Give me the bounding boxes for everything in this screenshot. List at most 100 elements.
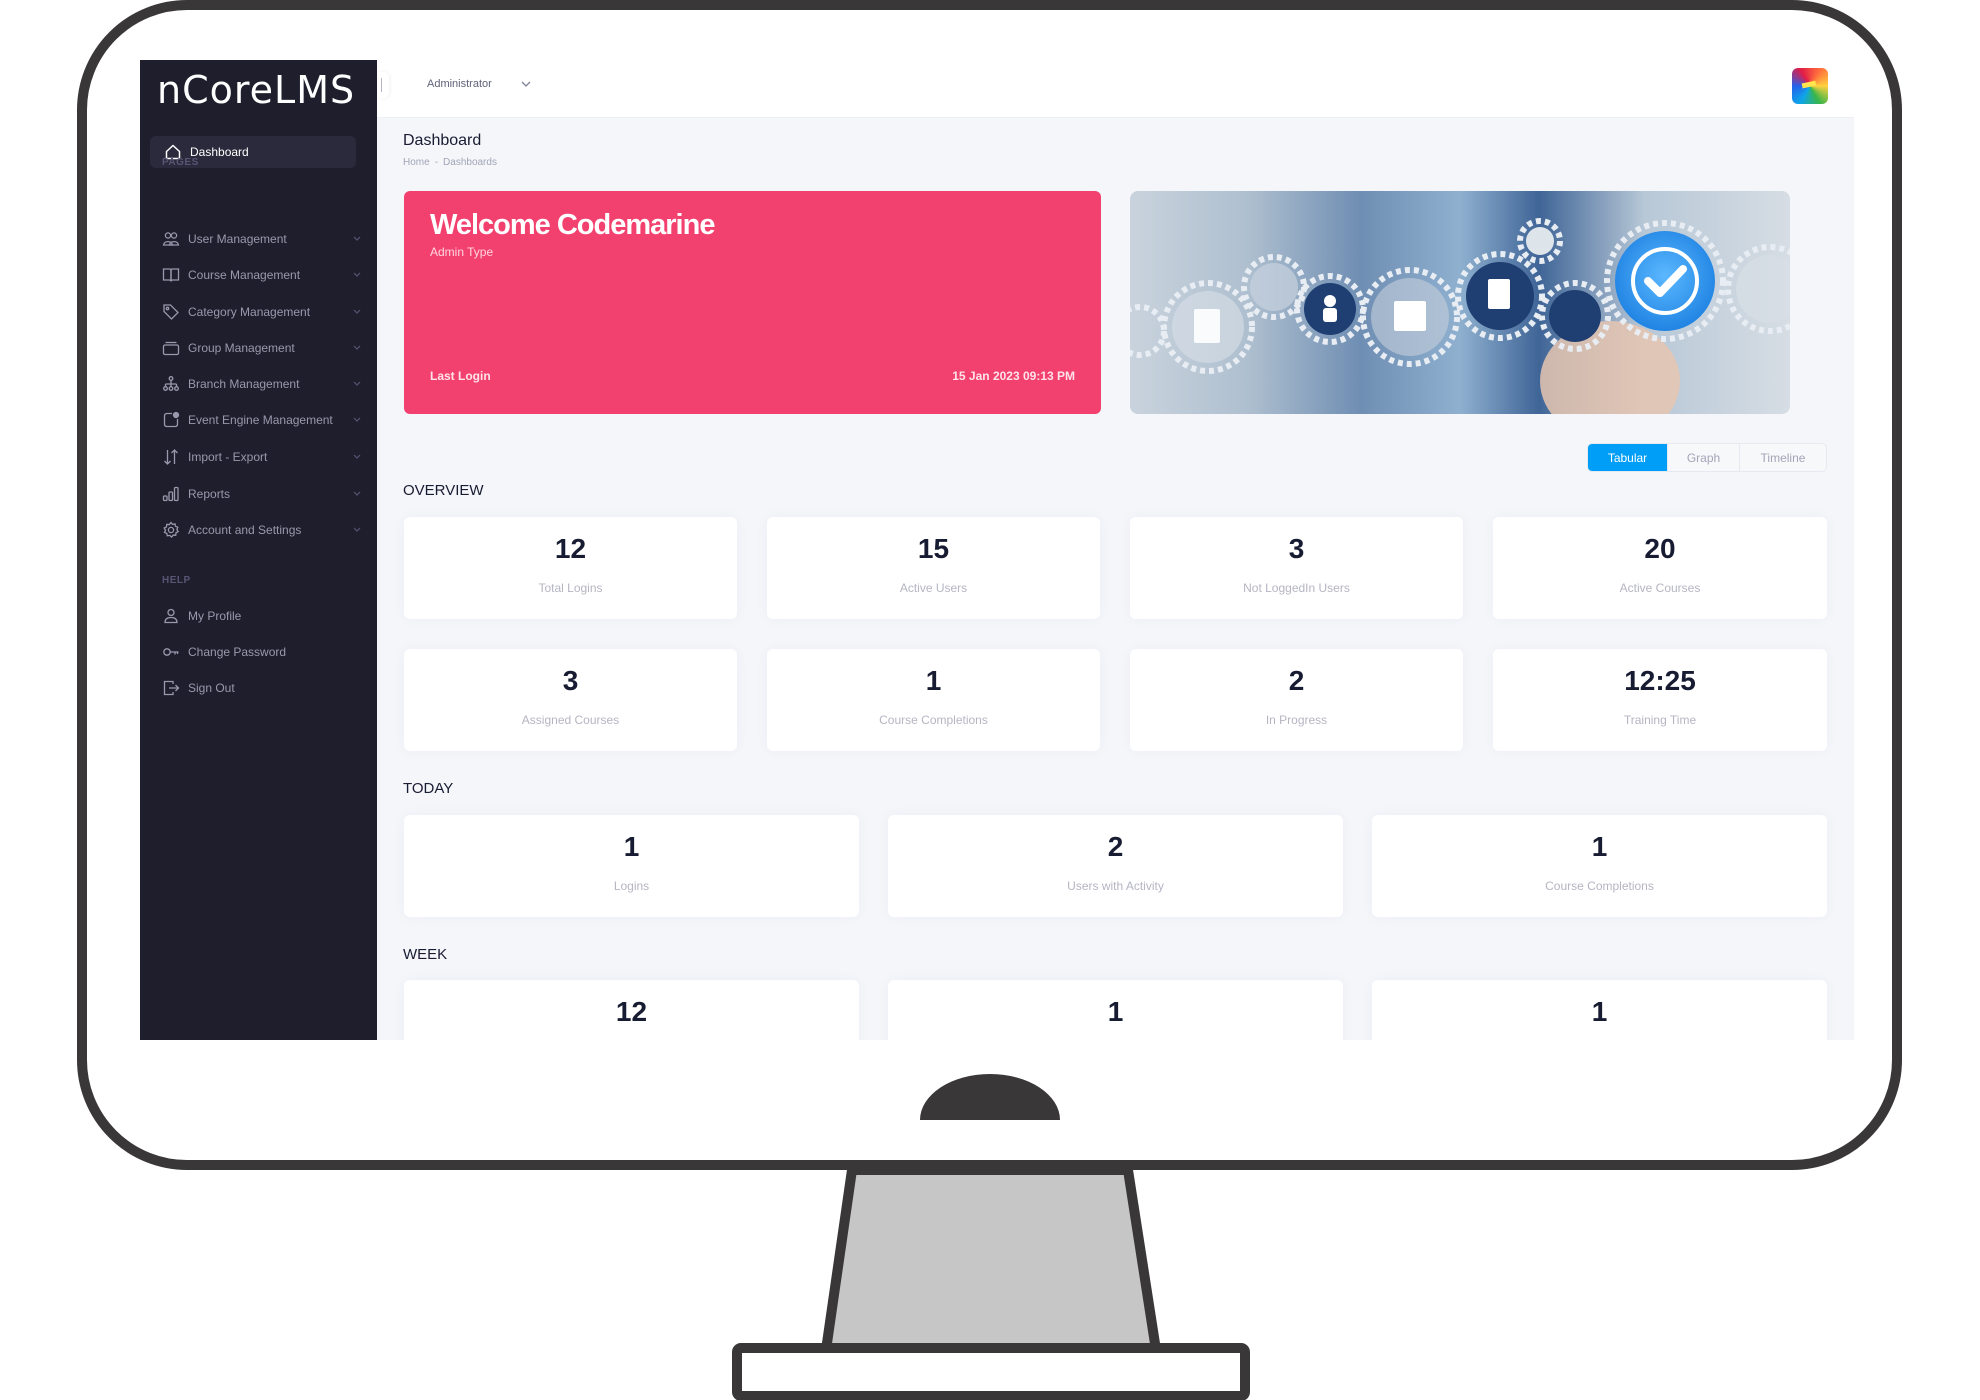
view-toggle: Tabular Graph Timeline xyxy=(1587,443,1827,472)
last-login-label: Last Login xyxy=(430,369,491,383)
stat-value: 20 xyxy=(1644,533,1676,564)
sign-out-icon xyxy=(162,679,180,697)
sidebar-item-account-and-settings[interactable]: Account and Settings xyxy=(162,517,362,543)
chevron-down-icon xyxy=(353,417,361,422)
sidebar-item-label: Dashboard xyxy=(190,145,249,159)
sidebar-item-my-profile[interactable]: My Profile xyxy=(162,603,362,629)
stand-neck xyxy=(820,1165,1162,1355)
breadcrumb-home[interactable]: Home xyxy=(403,157,430,168)
stat-card-today-logins[interactable]: 1 Logins xyxy=(404,815,859,917)
sidebar-item-label: Sign Out xyxy=(188,681,235,695)
stat-card-active-users[interactable]: 15 Active Users xyxy=(767,517,1100,619)
sidebar-item-branch-management[interactable]: Branch Management xyxy=(162,371,362,397)
stat-label: Course Completions xyxy=(1545,879,1654,893)
stat-value: 12:25 xyxy=(1624,665,1696,696)
bar-chart-icon xyxy=(162,485,180,503)
users-icon xyxy=(162,230,180,248)
sidebar-item-label: Import - Export xyxy=(188,450,268,464)
banner-image xyxy=(1130,191,1790,414)
stat-card-course-completions[interactable]: 1 Course Completions xyxy=(767,649,1100,751)
user-avatar[interactable] xyxy=(1792,68,1828,104)
sidebar-item-group-management[interactable]: Group Management xyxy=(162,335,362,361)
stat-card-assigned-courses[interactable]: 3 Assigned Courses xyxy=(404,649,737,751)
stat-label: Training Time xyxy=(1623,713,1697,727)
stat-value: 12 xyxy=(554,533,587,564)
stat-card-active-courses[interactable]: 20 Active Courses xyxy=(1493,517,1827,619)
stat-label: Not LoggedIn Users xyxy=(1243,581,1350,595)
sidebar-item-label: Event Engine Management xyxy=(188,413,333,427)
sidebar-item-import-export[interactable]: Import - Export xyxy=(162,444,362,470)
stat-card-not-loggedin-users[interactable]: 3 Not LoggedIn Users xyxy=(1130,517,1463,619)
sidebar-item-course-management[interactable]: Course Management xyxy=(162,262,362,288)
sidebar-toggle-button[interactable] xyxy=(377,72,389,98)
stat-card-week-2[interactable]: 1 xyxy=(888,980,1343,1040)
breadcrumb: Home - Dashboards xyxy=(403,157,497,168)
tab-timeline[interactable]: Timeline xyxy=(1740,444,1826,471)
breadcrumb-separator: - xyxy=(434,157,439,168)
stat-label: Active Courses xyxy=(1619,581,1701,595)
sidebar-item-label: Reports xyxy=(188,487,231,501)
top-header: Administrator xyxy=(377,60,1854,118)
chevron-down-icon xyxy=(353,345,361,350)
section-label-pages: PAGES xyxy=(162,157,199,168)
tab-graph[interactable]: Graph xyxy=(1668,444,1740,471)
stat-value: 2 xyxy=(1107,831,1124,862)
stat-value: 12 xyxy=(615,996,648,1027)
sidebar-item-category-management[interactable]: Category Management xyxy=(162,299,362,325)
stat-value: 1 xyxy=(1591,996,1608,1027)
stand-base xyxy=(732,1343,1250,1400)
chevron-down-icon xyxy=(353,309,361,314)
gear-icon xyxy=(162,521,180,539)
chevron-down-icon xyxy=(353,491,361,496)
welcome-title: Welcome Codemarine xyxy=(430,209,715,241)
sidebar-item-event-engine-management[interactable]: Event Engine Management xyxy=(162,407,362,433)
stat-value: 1 xyxy=(925,665,942,696)
stat-card-week-3[interactable]: 1 xyxy=(1372,980,1827,1040)
stat-card-week-1[interactable]: 12 xyxy=(404,980,859,1040)
sidebar-item-label: User Management xyxy=(188,232,287,246)
stat-card-today-course-completions[interactable]: 1 Course Completions xyxy=(1372,815,1827,917)
stat-label: Users with Activity xyxy=(1067,879,1164,893)
overview-heading: OVERVIEW xyxy=(403,482,484,499)
chevron-down-icon xyxy=(353,527,361,532)
sidebar-item-reports[interactable]: Reports xyxy=(162,481,362,507)
stat-value: 1 xyxy=(1591,831,1608,862)
stat-card-total-logins[interactable]: 12 Total Logins xyxy=(404,517,737,619)
stat-card-in-progress[interactable]: 2 In Progress xyxy=(1130,649,1463,751)
brand-logo[interactable]: nCoreLMS xyxy=(157,68,355,112)
chevron-down-icon xyxy=(353,236,361,241)
sidebar-item-user-management[interactable]: User Management xyxy=(162,226,362,252)
role-dropdown[interactable]: Administrator xyxy=(427,78,532,90)
week-heading: WEEK xyxy=(403,946,448,963)
stat-value: 2 xyxy=(1288,665,1305,696)
chevron-down-icon xyxy=(353,454,361,459)
sidebar-item-label: Change Password xyxy=(188,645,287,659)
layers-icon xyxy=(162,339,180,357)
today-heading: TODAY xyxy=(403,780,454,797)
stat-value: 3 xyxy=(562,665,579,696)
sidebar-item-sign-out[interactable]: Sign Out xyxy=(162,675,362,701)
sidebar-item-change-password[interactable]: Change Password xyxy=(162,639,362,665)
user-icon xyxy=(162,607,180,625)
stat-card-training-time[interactable]: 12:25 Training Time xyxy=(1493,649,1827,751)
sidebar-item-label: Course Management xyxy=(188,268,301,282)
breadcrumb-dashboards[interactable]: Dashboards xyxy=(443,157,497,168)
chevron-down-icon xyxy=(353,381,361,386)
sidebar-item-label: Group Management xyxy=(188,341,295,355)
chevron-down-icon xyxy=(521,81,531,87)
stat-card-today-users-with-activity[interactable]: 2 Users with Activity xyxy=(888,815,1343,917)
hierarchy-icon xyxy=(162,375,180,393)
stat-label: Total Logins xyxy=(538,581,603,595)
sidebar-item-label: My Profile xyxy=(188,609,242,623)
stat-label: In Progress xyxy=(1265,713,1328,727)
sidebar-item-label: Branch Management xyxy=(188,377,300,391)
stat-value: 1 xyxy=(1107,996,1124,1027)
welcome-card: Welcome Codemarine Admin Type Last Login… xyxy=(404,191,1101,414)
stat-value: 3 xyxy=(1288,533,1305,564)
last-login-value: 15 Jan 2023 09:13 PM xyxy=(952,369,1075,383)
tab-tabular[interactable]: Tabular xyxy=(1588,444,1668,471)
app-screen: nCoreLMS Dashboard PAGES User Management… xyxy=(140,60,1854,1040)
book-icon xyxy=(162,266,180,284)
stat-value: 1 xyxy=(623,831,640,862)
stat-label: Assigned Courses xyxy=(521,713,620,727)
